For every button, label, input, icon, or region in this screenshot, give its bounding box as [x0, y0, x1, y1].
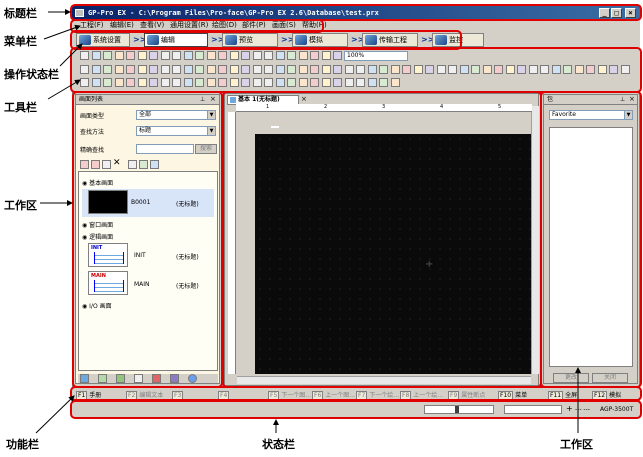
arrow-menu-bar	[43, 24, 81, 40]
arrow-toolbar	[47, 79, 81, 100]
arrow-function-bar	[35, 395, 75, 434]
callout-arrows	[35, 9, 581, 434]
arrow-ops-bar	[59, 43, 83, 67]
